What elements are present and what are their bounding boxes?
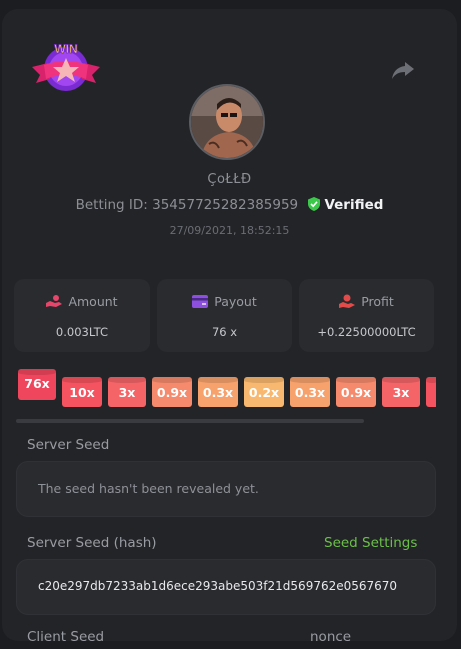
stat-amount-label: Amount [68, 294, 118, 309]
client-seed-label: Client Seed [27, 629, 105, 641]
verified-shield-icon [308, 197, 321, 211]
multiplier-chip: 0.9x [336, 377, 376, 407]
verified-label: Verified [324, 197, 384, 213]
betting-id-value: 35457725282385959 [152, 197, 299, 213]
stat-amount-value: 0.003LTC [55, 325, 109, 339]
stat-profit-value: +0.22500000LTC [317, 325, 416, 339]
multiplier-chip: 3x [382, 377, 420, 407]
multiplier-row: 76x 10x 3x 0.9x 0.3x 0.2x 0.3x 0.9x 3x [16, 369, 436, 411]
multiplier-chip: 0.3x [198, 377, 238, 407]
hand-money-icon [339, 294, 356, 308]
multiplier-chip: 0.3x [290, 377, 330, 407]
server-seed-field[interactable]: The seed hasn't been revealed yet. [16, 461, 436, 517]
nonce-label: nonce [310, 629, 352, 641]
seed-settings-link[interactable]: Seed Settings [324, 535, 417, 551]
server-seed-hash-field[interactable]: c20e297db7233ab1d6ece293abe503f21d569762… [16, 559, 436, 615]
stat-payout-value: 76 x [211, 325, 238, 339]
server-seed-value: The seed hasn't been revealed yet. [38, 481, 259, 496]
stat-profit-label: Profit [361, 294, 394, 309]
avatar [189, 84, 265, 160]
win-badge-icon: WIN [28, 39, 104, 97]
multiplier-chip: 10x [62, 377, 102, 407]
betting-id-line: Betting ID: 35457725282385959 Verified [2, 197, 457, 213]
multiplier-chip-partial [426, 377, 436, 407]
multiplier-scrollbar[interactable] [16, 419, 364, 423]
multiplier-chip: 0.9x [152, 377, 192, 407]
share-icon[interactable] [390, 58, 416, 82]
multiplier-chip: 3x [108, 377, 146, 407]
server-seed-hash-label: Server Seed (hash) [27, 535, 157, 551]
hand-coins-icon [46, 295, 63, 307]
username: ÇoŁŁĐ [207, 172, 252, 187]
server-seed-label: Server Seed [27, 437, 110, 453]
server-seed-hash-value: c20e297db7233ab1d6ece293abe503f21d569762… [38, 579, 398, 593]
win-badge-text: WIN [54, 42, 77, 56]
multiplier-chip: 0.2x [244, 377, 284, 407]
stat-payout: Payout 76 x [157, 279, 292, 352]
bet-details-panel: WIN ÇoŁŁĐ Betting ID: 35457725282385959 … [2, 9, 457, 641]
stat-payout-label: Payout [214, 294, 257, 309]
multiplier-chip: 76x [18, 369, 56, 400]
bet-date: 27/09/2021, 18:52:15 [169, 224, 290, 237]
wallet-card-icon [192, 295, 209, 308]
betting-id-label: Betting ID: [75, 197, 148, 213]
stat-amount: Amount 0.003LTC [14, 279, 150, 352]
stat-profit: Profit +0.22500000LTC [299, 279, 434, 352]
